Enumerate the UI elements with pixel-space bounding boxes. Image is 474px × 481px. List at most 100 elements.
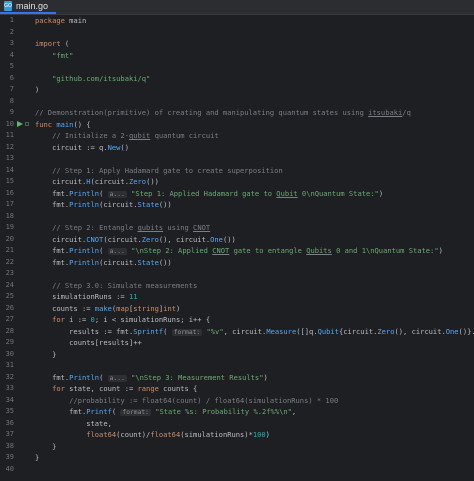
editor-tab-bar: GO main.go [0,0,474,15]
line-code: import ( [35,39,70,48]
code-line[interactable]: 9 // Demonstration(primitive) of creating… [0,107,474,119]
code-line[interactable]: 36 state, [0,418,474,430]
code-line[interactable]: 6 "github.com/itsubaki/q" [0,73,474,85]
line-number: 35 [5,407,14,415]
code-line[interactable]: 13 [0,153,474,165]
line-number: 21 [5,246,14,254]
line-code: counts[results]++ [35,338,142,347]
line-number: 18 [5,211,14,220]
code-line[interactable]: 18 [0,211,474,223]
line-number: 17 [5,200,14,208]
line-number: 29 [5,338,14,346]
code-line[interactable]: 4 "fmt" [0,50,474,62]
code-line[interactable]: 37 float64(count)/float64(simulationRuns… [0,429,474,441]
line-number: 32 [5,372,14,381]
line-code: counts := make(map[string]int) [35,303,181,313]
line-code: //probability := float64(count) / float6… [69,395,339,405]
line-number: 28 [5,326,14,335]
line-code: for state, count := range counts { [52,384,198,393]
line-code: circuit.H(circuit.Zero()) [35,177,159,186]
line-code: // Step 2: Entangle qubits using CNOT [52,223,211,232]
code-line[interactable]: 35 fmt.Printf( format: "State %s: Probab… [0,406,474,418]
line-number: 16 [5,188,14,197]
code-line[interactable]: 17 fmt.Println(circuit.State()) [0,199,474,211]
line-code: } [35,441,57,451]
tab-main-go[interactable]: GO main.go [0,0,57,14]
code-line[interactable]: 28 results := fmt.Sprintf( format: "%v",… [0,326,474,338]
line-number: 12 [5,142,14,151]
line-number: 15 [5,177,14,185]
code-line[interactable]: 2 [0,27,474,39]
line-code: circuit := q.New() [35,142,129,152]
code-line[interactable]: 21 fmt.Println( a... "\nStep 2: Applied … [0,245,474,257]
code-line[interactable]: 23 [0,268,474,280]
line-number: 3 [9,39,14,47]
line-number: 34 [5,395,14,404]
run-gutter-icon[interactable] [17,120,23,127]
code-line[interactable]: 40 [0,464,474,476]
line-code: "github.com/itsubaki/q" [52,73,151,83]
line-code: // Demonstration(primitive) of creating … [35,108,411,117]
line-code: package main [35,16,87,25]
line-number: 7 [9,85,14,93]
code-line[interactable]: 15 circuit.H(circuit.Zero()) [0,176,474,188]
code-line[interactable]: 5 [0,61,474,73]
fold-icon[interactable] [25,121,29,126]
code-line[interactable]: 38 } [0,441,474,453]
code-line[interactable]: 26 counts := make(map[string]int) [0,303,474,315]
line-number: 24 [5,280,14,289]
code-line[interactable]: 30 } [0,349,474,361]
line-number: 26 [5,303,14,312]
code-line[interactable]: 25 simulationRuns := 11 [0,291,474,303]
code-line[interactable]: 14 // Step 1: Apply Hadamard gate to cre… [0,165,474,177]
line-code: // Step 3.0: Simulate measurements [52,280,198,290]
line-number: 25 [5,292,14,300]
code-line[interactable]: 33 for state, count := range counts { [0,383,474,395]
code-lines: 1 package main 2 3 import (4 "fmt" 5 6 "github… [0,15,474,475]
code-line[interactable]: 8 [0,96,474,108]
code-line[interactable]: 32 fmt.Println( a... "\nStep 3: Measurem… [0,372,474,384]
code-line[interactable]: 7) [0,84,474,96]
line-number: 23 [5,269,14,277]
code-line[interactable]: 19 // Step 2: Entangle qubits using CNOT [0,222,474,234]
line-code: for i := 0; i < simulationRuns; i++ { [52,315,211,324]
code-line[interactable]: 39} [0,452,474,464]
code-line[interactable]: 11 // Initialize a 2-qubit quantum circu… [0,130,474,142]
code-line[interactable]: 10 func main() { [0,119,474,131]
line-number: 4 [9,50,14,59]
line-number: 37 [5,430,14,438]
code-line[interactable]: 24 // Step 3.0: Simulate measurements [0,280,474,292]
line-number: 31 [5,361,14,369]
line-number: 38 [5,441,14,450]
code-line[interactable]: 29 counts[results]++ [0,337,474,349]
code-line[interactable]: 31 [0,360,474,372]
line-number: 40 [5,464,14,473]
code-line[interactable]: 34 //probability := float64(count) / flo… [0,395,474,407]
tab-label: main.go [16,1,49,11]
line-code: simulationRuns := 11 [35,292,138,301]
line-number: 33 [5,384,14,392]
line-number: 10 [5,119,14,128]
go-file-icon: GO [4,1,12,11]
code-line[interactable]: 27 for i := 0; i < simulationRuns; i++ { [0,314,474,326]
line-number: 5 [9,62,14,70]
line-code: state, [35,418,112,428]
line-number: 14 [5,165,14,174]
code-editor[interactable]: 1 package main 2 3 import (4 "fmt" 5 6 "github… [0,15,474,481]
code-line[interactable]: 22 fmt.Println(circuit.State()) [0,257,474,269]
line-number: 9 [9,108,14,116]
code-line[interactable]: 12 circuit := q.New() [0,142,474,154]
line-code: ) [35,85,40,94]
line-code: fmt.Println(circuit.State()) [35,257,172,267]
line-number: 39 [5,453,14,461]
line-number: 11 [5,131,14,139]
code-line[interactable]: 3 import ( [0,38,474,50]
line-code: float64(count)/float64(simulationRuns)*1… [86,430,270,439]
line-code: circuit.CNOT(circuit.Zero(), circuit.One… [35,234,236,244]
line-number: 2 [9,27,14,36]
line-number: 22 [5,257,14,266]
code-line[interactable]: 16 fmt.Println( a... "Step 1: Applied Ha… [0,188,474,200]
code-line[interactable]: 20 circuit.CNOT(circuit.Zero(), circuit.… [0,234,474,246]
line-number: 13 [5,154,14,162]
code-line[interactable]: 1 package main [0,15,474,27]
